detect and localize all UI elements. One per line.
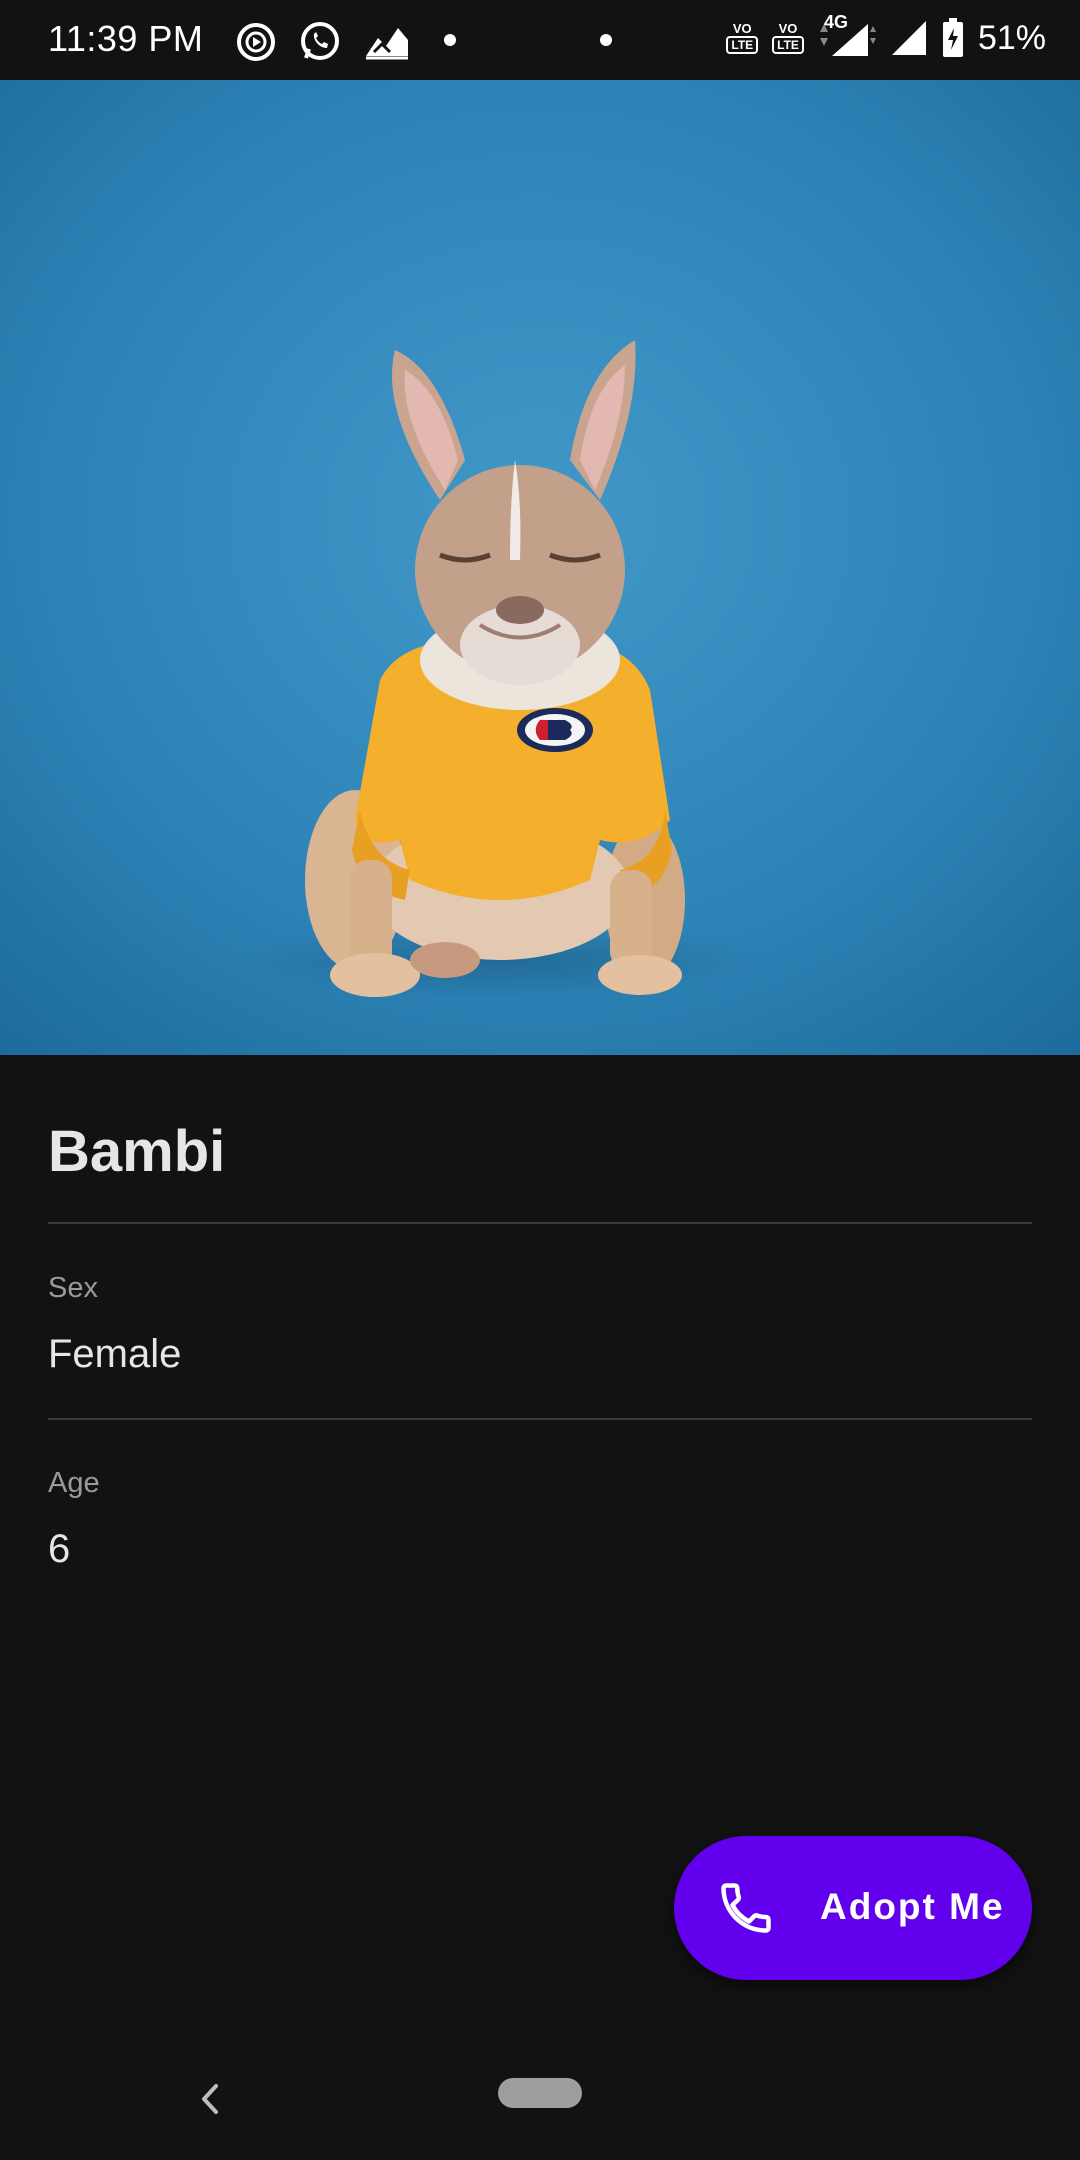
phone-icon — [716, 1878, 776, 1938]
adopt-me-button[interactable]: Adopt Me — [674, 1836, 1032, 1980]
divider — [48, 1222, 1032, 1224]
notification-dot-icon — [444, 34, 456, 46]
field-value-sex: Female — [48, 1332, 182, 1376]
volte-wifi-icon: VO LTE — [772, 22, 804, 54]
battery-percent: 51% — [977, 18, 1046, 57]
pet-name: Bambi — [48, 1119, 226, 1184]
stocks-icon — [364, 24, 410, 60]
adopt-me-label: Adopt Me — [820, 1886, 1005, 1927]
whatsapp-icon — [298, 20, 342, 64]
home-pill-icon[interactable] — [498, 2078, 582, 2108]
divider — [48, 1418, 1032, 1420]
field-value-age: 6 — [48, 1527, 71, 1571]
pet-photo — [0, 80, 1080, 1055]
status-time: 11:39 PM — [48, 18, 204, 59]
play-circle-icon — [236, 22, 276, 62]
signal-icon — [890, 19, 928, 57]
battery-icon — [942, 18, 964, 58]
notification-dot-icon — [600, 34, 612, 46]
status-left-icons — [236, 20, 410, 64]
status-bar: 11:39 PM VO LTE VO LTE 4G 51% — [0, 0, 1080, 80]
french-bulldog-photo — [0, 80, 1080, 1055]
4g-signal-icon: 4G — [818, 12, 876, 58]
volte-1-icon: VO LTE — [726, 22, 759, 54]
field-label-sex: Sex — [48, 1272, 98, 1304]
back-chevron-icon[interactable] — [190, 2074, 230, 2124]
field-label-age: Age — [48, 1467, 100, 1499]
status-right-icons: VO LTE VO LTE 4G 51% — [726, 12, 1046, 58]
navigation-bar — [0, 2050, 1080, 2160]
